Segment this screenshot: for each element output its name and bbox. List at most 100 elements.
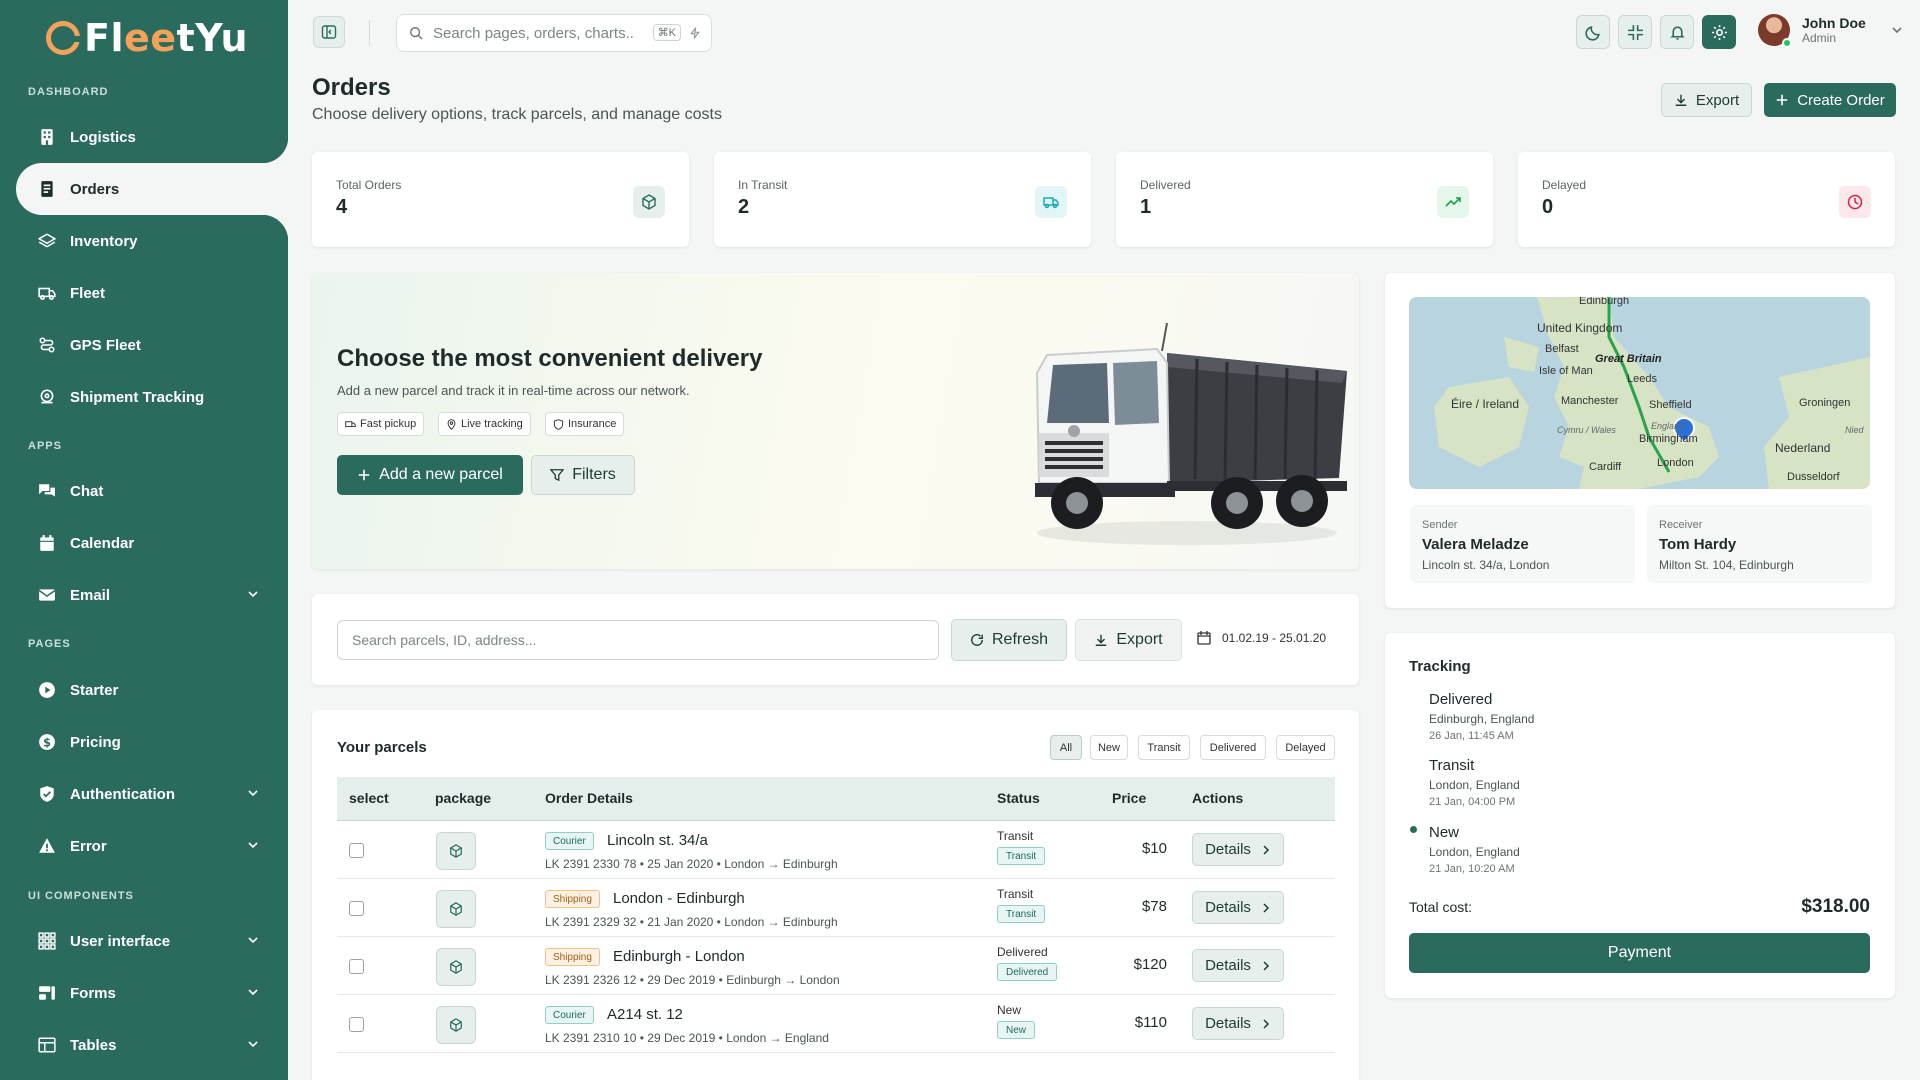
sidebar-item-shipment-tracking[interactable]: Shipment Tracking bbox=[16, 371, 288, 423]
notifications-button[interactable] bbox=[1660, 15, 1694, 49]
chip-live-tracking: Live tracking bbox=[438, 412, 531, 436]
user-name: John Doe bbox=[1802, 15, 1866, 31]
package-icon bbox=[633, 186, 665, 218]
sidebar-item-label: Calendar bbox=[70, 534, 135, 552]
sidebar-item-logistics[interactable]: Logistics bbox=[16, 111, 288, 163]
brand-logo[interactable]: FleetYu bbox=[46, 16, 248, 60]
date-range-picker[interactable]: 01.02.19 - 25.01.20 bbox=[1196, 630, 1326, 646]
status-badge: Delivered bbox=[997, 963, 1058, 981]
tab-transit[interactable]: Transit bbox=[1138, 735, 1190, 760]
sidebar-item-authentication[interactable]: Authentication bbox=[16, 768, 288, 820]
stat-value: 1 bbox=[1140, 196, 1152, 218]
tab-delayed[interactable]: Delayed bbox=[1276, 735, 1335, 760]
route-icon bbox=[38, 336, 56, 354]
details-button[interactable]: Details bbox=[1192, 949, 1284, 982]
details-label: Details bbox=[1205, 957, 1251, 974]
sidebar-item-inventory[interactable]: Inventory bbox=[16, 215, 288, 267]
sidebar-item-tables[interactable]: Tables bbox=[16, 1019, 288, 1071]
receiver-address: Milton St. 104, Edinburgh bbox=[1659, 558, 1794, 572]
building-icon bbox=[38, 128, 56, 146]
route-map[interactable]: Edinburgh United Kingdom Belfast Great B… bbox=[1409, 297, 1870, 489]
sidebar-item-label: Chat bbox=[70, 482, 104, 500]
chip-fast-pickup: Fast pickup bbox=[337, 412, 425, 436]
map-label: Great Britain bbox=[1595, 353, 1662, 365]
gear-icon bbox=[1711, 24, 1727, 40]
sidebar-item-label: Shipment Tracking bbox=[70, 388, 205, 406]
logo-text-post: tYu bbox=[176, 16, 249, 60]
sidebar-item-gps-fleet[interactable]: GPS Fleet bbox=[16, 319, 288, 371]
table-header: select package Order Details Status Pric… bbox=[337, 777, 1335, 821]
refresh-button[interactable]: Refresh bbox=[951, 619, 1067, 661]
sidebar-item-starter[interactable]: Starter bbox=[16, 664, 288, 716]
stat-label: Delayed bbox=[1542, 178, 1587, 192]
map-label: United Kingdom bbox=[1537, 321, 1623, 335]
tracking-step-place: Edinburgh, England bbox=[1429, 712, 1535, 726]
map-label: Manchester bbox=[1561, 395, 1619, 407]
theme-toggle-button[interactable] bbox=[1576, 15, 1610, 49]
sidebar-item-label: Logistics bbox=[70, 128, 136, 146]
parcel-name: A214 st. 12 bbox=[607, 1006, 683, 1023]
section-label-pages: PAGES bbox=[28, 638, 71, 650]
tab-new[interactable]: New bbox=[1090, 735, 1128, 760]
section-label-apps: APPS bbox=[28, 440, 62, 452]
sender-name: Valera Meladze bbox=[1422, 536, 1529, 553]
parcel-price: $120 bbox=[1133, 956, 1167, 973]
sidebar-item-calendar[interactable]: Calendar bbox=[16, 517, 288, 569]
parcel-export-label: Export bbox=[1116, 631, 1163, 648]
sidebar-item-forms[interactable]: Forms bbox=[16, 967, 288, 1019]
sidebar-item-pricing[interactable]: $ Pricing bbox=[16, 716, 288, 768]
details-button[interactable]: Details bbox=[1192, 833, 1284, 866]
search-placeholder: Search pages, orders, charts.. bbox=[433, 24, 634, 42]
bell-icon bbox=[1669, 25, 1685, 40]
sidebar-item-chat[interactable]: Chat bbox=[16, 465, 288, 517]
tracking-step-status: Delivered bbox=[1429, 691, 1493, 708]
total-cost-value: $318.00 bbox=[1801, 896, 1870, 917]
refresh-icon bbox=[971, 634, 983, 646]
status-badge: Transit bbox=[997, 905, 1046, 923]
table-row: Shipping London - Edinburgh LK 2391 2329… bbox=[337, 879, 1335, 937]
parcel-export-button[interactable]: Export bbox=[1075, 619, 1182, 661]
tracking-step-place: London, England bbox=[1429, 778, 1520, 792]
chevron-down-icon bbox=[248, 989, 258, 996]
sidebar-item-error[interactable]: Error bbox=[16, 820, 288, 872]
stat-label: Delivered bbox=[1140, 178, 1191, 192]
row-checkbox[interactable] bbox=[349, 1017, 364, 1032]
logo-text-pre: Fl bbox=[84, 16, 124, 60]
tab-all[interactable]: All bbox=[1050, 735, 1082, 760]
stat-label: Total Orders bbox=[336, 178, 402, 192]
parcel-search-input[interactable]: Search parcels, ID, address... bbox=[337, 620, 939, 660]
map-label: Belfast bbox=[1545, 343, 1579, 355]
sender-label: Sender bbox=[1422, 519, 1458, 531]
fullscreen-button[interactable] bbox=[1618, 15, 1652, 49]
parcel-meta: LK 2391 2330 78 • 25 Jan 2020 • London →… bbox=[545, 857, 838, 871]
parcel-status: New bbox=[997, 1003, 1022, 1017]
details-button[interactable]: Details bbox=[1192, 891, 1284, 924]
sidebar-item-orders[interactable]: Orders bbox=[16, 137, 288, 241]
sidebar-item-label: Fleet bbox=[70, 284, 106, 302]
delivery-hero-card: Choose the most convenient delivery Add … bbox=[312, 273, 1359, 569]
dollar-icon: $ bbox=[38, 733, 56, 751]
row-checkbox[interactable] bbox=[349, 901, 364, 916]
sidebar-item-fleet[interactable]: Fleet bbox=[16, 267, 288, 319]
parcel-price: $10 bbox=[1141, 840, 1167, 857]
details-button[interactable]: Details bbox=[1192, 1007, 1284, 1040]
sidebar-item-email[interactable]: Email bbox=[16, 569, 288, 621]
payment-button[interactable]: Payment bbox=[1409, 933, 1870, 973]
sidebar-item-user-interface[interactable]: User interface bbox=[16, 915, 288, 967]
settings-button[interactable] bbox=[1702, 15, 1736, 49]
sender-card: Sender Valera Meladze Lincoln st. 34/a, … bbox=[1410, 505, 1635, 583]
tab-delivered[interactable]: Delivered bbox=[1200, 735, 1266, 760]
export-button[interactable]: Export bbox=[1661, 83, 1752, 117]
row-checkbox[interactable] bbox=[349, 843, 364, 858]
add-parcel-button[interactable]: Add a new parcel bbox=[337, 455, 523, 495]
sidebar-item-label: Authentication bbox=[70, 785, 175, 803]
chevron-down-icon bbox=[248, 937, 258, 944]
filters-button[interactable]: Filters bbox=[531, 455, 635, 495]
user-menu[interactable]: John Doe Admin bbox=[1758, 14, 1904, 48]
global-search-input[interactable]: Search pages, orders, charts.. ⌘K bbox=[396, 14, 712, 52]
row-checkbox[interactable] bbox=[349, 959, 364, 974]
truck-icon bbox=[345, 420, 356, 427]
create-order-button[interactable]: Create Order bbox=[1764, 83, 1896, 117]
parcel-status: Transit bbox=[997, 829, 1034, 843]
sidebar-toggle-button[interactable] bbox=[313, 16, 345, 48]
